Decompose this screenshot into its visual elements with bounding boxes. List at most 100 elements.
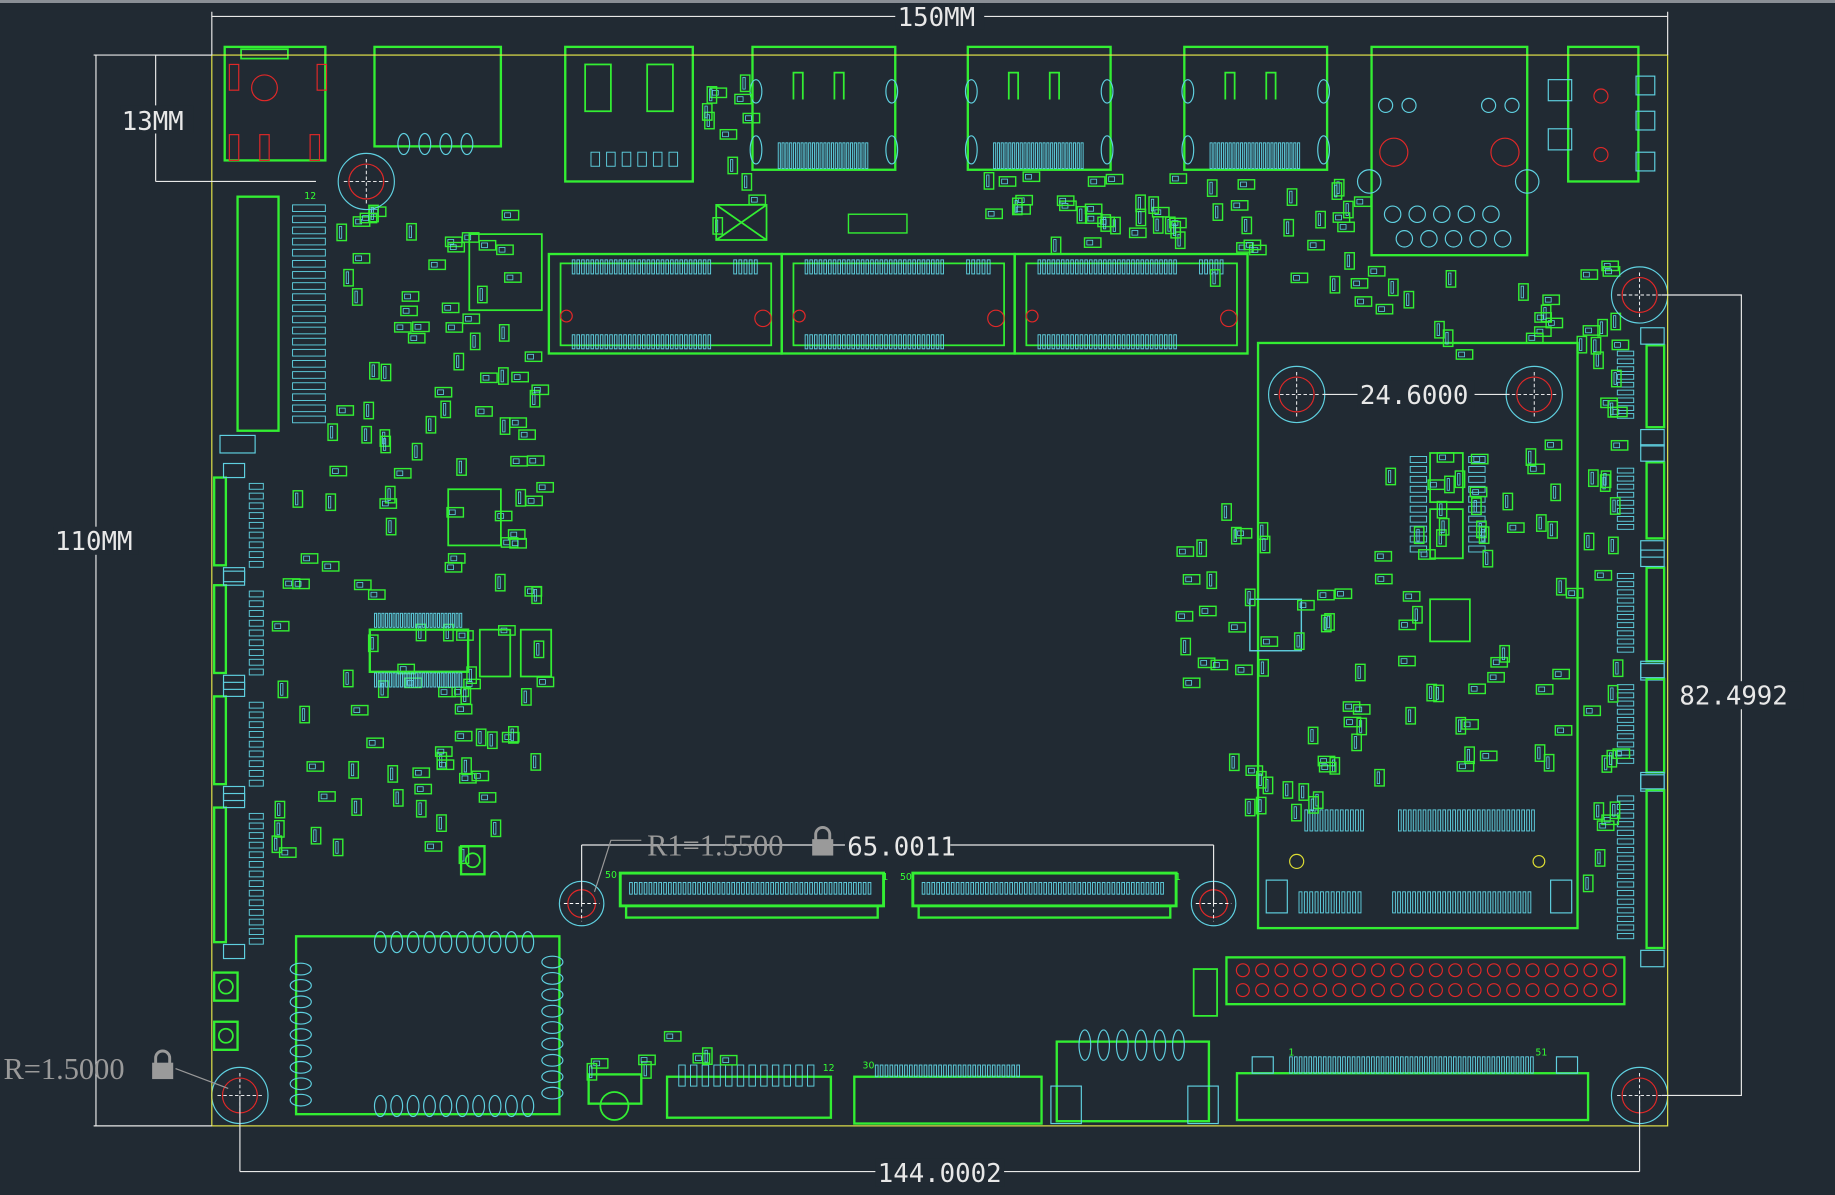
pad [1613, 372, 1617, 385]
pad [851, 259, 856, 275]
pad [1179, 548, 1186, 555]
pad [472, 335, 476, 348]
pad [1163, 334, 1168, 350]
pad [1392, 891, 1396, 914]
antenna-connector [212, 1020, 239, 1051]
pad [399, 612, 403, 628]
pad [1640, 540, 1665, 558]
pad [248, 731, 264, 738]
pad [627, 259, 632, 275]
pad [427, 843, 434, 850]
pad [1217, 142, 1221, 170]
pad [581, 334, 585, 350]
pad [500, 369, 504, 383]
pad [1579, 338, 1583, 351]
pad [439, 132, 453, 156]
pcb-shape [1383, 205, 1402, 224]
pad [682, 881, 687, 895]
pad [1082, 881, 1086, 895]
pad [461, 775, 469, 781]
pcb-drawing-canvas[interactable]: 150MM 13MM 110MM 24.6000 82.4992 144.000… [0, 0, 1835, 1195]
pad [1616, 491, 1635, 498]
pad [1376, 771, 1380, 785]
pad [289, 962, 312, 976]
pad [1616, 733, 1635, 740]
pad [1330, 891, 1335, 914]
pad [989, 881, 994, 895]
pad [893, 259, 898, 275]
pad [1240, 142, 1244, 170]
pad [1339, 224, 1347, 230]
pad [1482, 891, 1487, 914]
pad [652, 151, 663, 167]
pad [918, 1064, 923, 1078]
pad [828, 259, 832, 275]
pad [460, 132, 474, 156]
pad [1438, 1056, 1443, 1074]
pad [1138, 211, 1142, 224]
pad [976, 259, 981, 275]
pad [585, 259, 590, 275]
pad [1422, 891, 1426, 914]
pad [670, 334, 674, 350]
pad [931, 881, 936, 895]
pad [1515, 1056, 1520, 1074]
pad [1457, 472, 1461, 486]
pad [1616, 614, 1635, 620]
pad [511, 419, 519, 426]
pad [1616, 581, 1635, 588]
pad [770, 881, 774, 895]
pad [228, 134, 240, 161]
pad [292, 282, 326, 290]
pcb-shape [1351, 963, 1366, 978]
pad [846, 259, 851, 275]
pad [1603, 263, 1611, 269]
pad [385, 672, 389, 688]
pad [1612, 499, 1616, 513]
pad [425, 612, 429, 628]
pad [623, 334, 627, 350]
pad [1420, 551, 1428, 558]
pad [1172, 175, 1179, 182]
pad [1209, 573, 1213, 587]
pad [1528, 335, 1536, 341]
pad [406, 931, 420, 954]
pad [1526, 809, 1530, 832]
pad [1108, 176, 1115, 182]
pad [1213, 142, 1217, 170]
pcb-shape [1564, 983, 1579, 998]
pad [1550, 879, 1573, 914]
pad [448, 509, 456, 516]
pad [1324, 809, 1329, 832]
pad [248, 701, 264, 709]
pad [1051, 334, 1056, 350]
pad [1395, 1056, 1399, 1074]
pad [1442, 891, 1447, 914]
pcb-shape [1504, 97, 1520, 114]
pad [465, 316, 472, 322]
pad [1473, 456, 1481, 462]
pad [370, 591, 378, 598]
pad [248, 750, 264, 758]
pad [442, 403, 447, 416]
pcb-shape [1532, 854, 1546, 868]
pad [1098, 259, 1102, 275]
pad [481, 794, 488, 801]
pad [679, 259, 683, 275]
pad [1240, 181, 1247, 188]
pad [1038, 142, 1042, 170]
pad [1409, 1056, 1414, 1074]
pad [1051, 259, 1056, 275]
pad [1309, 242, 1317, 248]
pad [742, 76, 746, 90]
pcb-shape [1448, 963, 1463, 978]
pad [332, 468, 339, 474]
pad [1470, 686, 1478, 692]
pad [1061, 142, 1065, 170]
pad [1447, 891, 1452, 914]
pad [1616, 915, 1635, 922]
pad [248, 502, 264, 510]
pad [370, 636, 374, 650]
pad [1530, 1056, 1534, 1074]
pad [248, 629, 264, 637]
